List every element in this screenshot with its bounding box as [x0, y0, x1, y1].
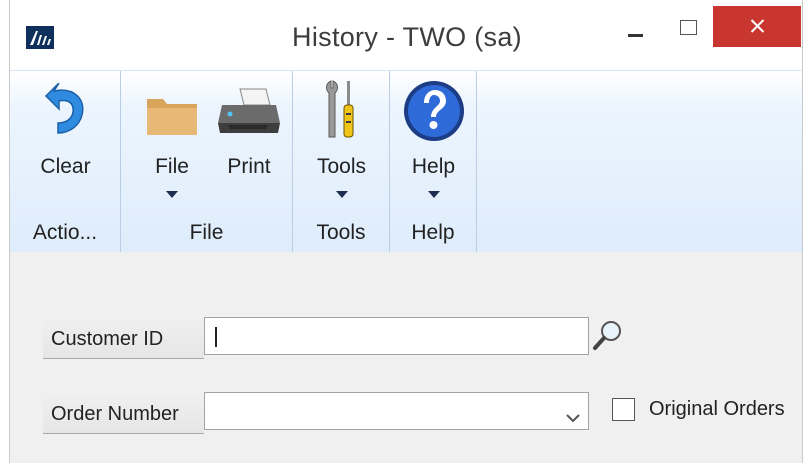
customer-id-label: Customer ID [43, 317, 204, 359]
customer-id-input[interactable] [204, 317, 589, 355]
maximize-button[interactable] [672, 6, 708, 47]
text-caret [215, 326, 217, 347]
magnifier-icon [591, 321, 626, 359]
help-button-label: Help [411, 155, 456, 178]
title-bar[interactable]: History - TWO (sa) [10, 0, 802, 70]
order-number-label: Order Number [43, 392, 204, 434]
chevron-down-icon [427, 191, 440, 198]
undo-icon [44, 82, 90, 148]
ribbon-group-tools: Tools Tools [293, 71, 390, 253]
minimize-button[interactable] [618, 6, 654, 47]
clear-button[interactable]: Clear [10, 71, 121, 211]
ribbon-group-help-label: Help [411, 221, 455, 244]
ribbon: Clear Actio... File Print File Tools Too… [10, 70, 802, 253]
original-orders-label: Original Orders [649, 398, 785, 420]
file-button-label: File [155, 155, 189, 178]
ribbon-group-actions-label: Actio... [32, 221, 98, 244]
printer-icon [216, 87, 282, 142]
clear-button-label: Clear [40, 155, 91, 178]
folder-icon [145, 93, 199, 142]
file-button[interactable]: File [141, 71, 203, 211]
close-button[interactable] [713, 6, 801, 47]
ribbon-group-tools-label: Tools [316, 221, 366, 244]
original-orders-checkbox[interactable] [612, 398, 635, 421]
help-button[interactable]: Help [395, 71, 472, 211]
chevron-down-icon [166, 191, 178, 198]
customer-lookup-button[interactable] [591, 317, 626, 355]
ribbon-group-file: File Print File [121, 71, 293, 253]
tools-button-label: Tools [316, 155, 367, 178]
chevron-down-icon[interactable] [566, 406, 580, 423]
ribbon-group-file-label: File [189, 221, 224, 244]
ribbon-group-help: Help Help [390, 71, 477, 253]
tools-icon [322, 79, 362, 146]
history-form: Customer ID Order Number Original Orders [10, 252, 802, 463]
print-button[interactable]: Print [215, 71, 283, 211]
print-button-label: Print [227, 155, 271, 178]
help-icon [402, 79, 466, 148]
tools-button[interactable]: Tools [303, 71, 380, 211]
history-window: History - TWO (sa) Clear Actio... File P… [9, 0, 803, 463]
ribbon-group-actions: Clear Actio... [10, 71, 121, 253]
order-number-select[interactable] [204, 392, 589, 430]
chevron-down-icon [335, 191, 348, 198]
